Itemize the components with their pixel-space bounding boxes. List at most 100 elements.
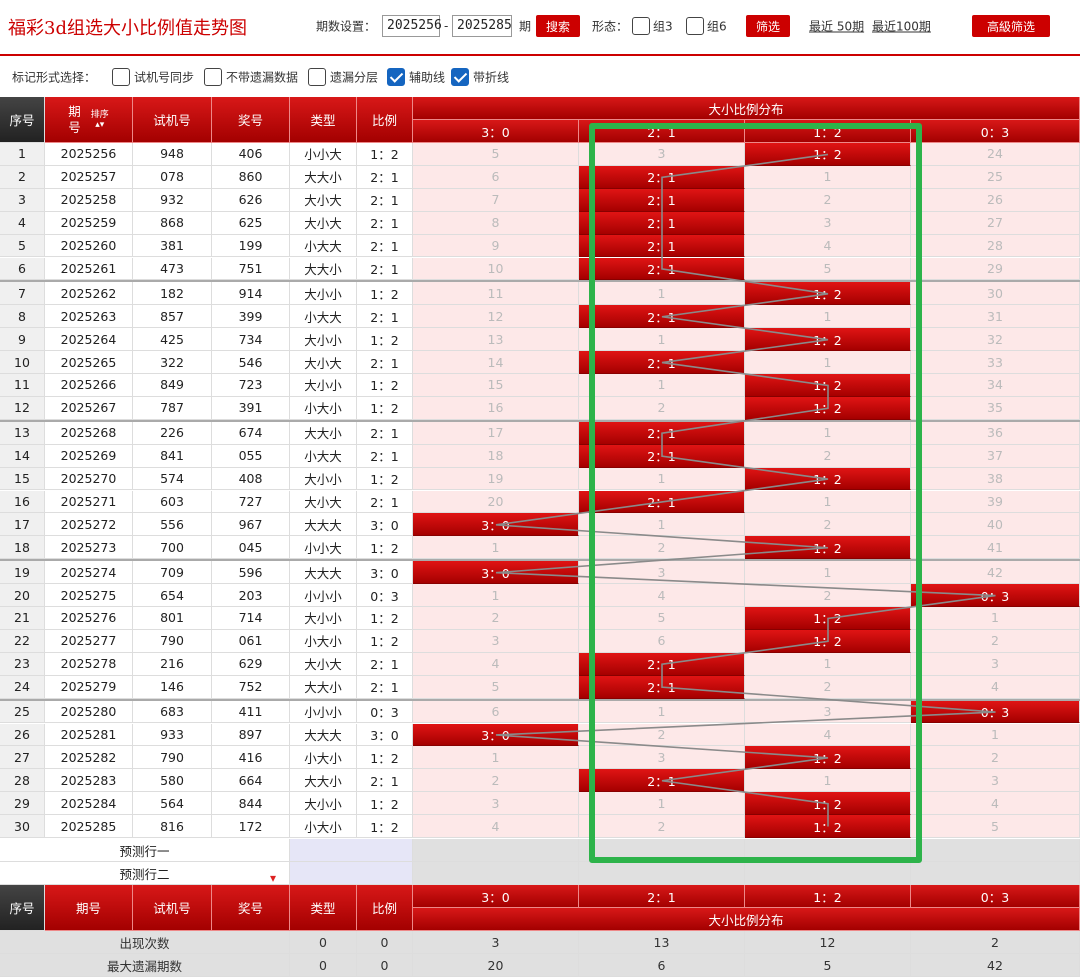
row-issue: 2025265 — [45, 351, 133, 374]
mark-option-checkbox[interactable] — [308, 68, 326, 86]
row-test-number: 381 — [133, 234, 212, 258]
dist-hit-cell: 3：0 — [413, 513, 579, 537]
row-ratio: 2：1 — [357, 305, 413, 329]
dist-miss-cell: 38 — [911, 467, 1080, 491]
footer-distribution: 大小比例分布 — [413, 908, 1080, 931]
stat-ratio: 0 — [357, 931, 413, 954]
dist-miss-cell: 42 — [911, 561, 1080, 585]
row-ratio: 1：2 — [357, 629, 413, 653]
row-issue: 2025285 — [45, 815, 133, 838]
row-test-number: 603 — [133, 490, 212, 514]
mark-option-checkbox[interactable] — [451, 68, 469, 86]
stat-type: 0 — [290, 931, 357, 954]
row-test-number: 932 — [133, 188, 212, 212]
dist-miss-cell: 19 — [413, 467, 579, 491]
dist-miss-cell: 6 — [413, 700, 579, 724]
prediction-cell[interactable] — [911, 839, 1080, 862]
advanced-filter-button[interactable]: 高級筛选 — [972, 15, 1050, 37]
dist-hit-cell: 1：2 — [745, 328, 911, 352]
row-ratio: 2：1 — [357, 188, 413, 212]
group3-checkbox[interactable] — [632, 17, 650, 35]
page-title: 福彩3d组选大小比例值走势图 — [8, 18, 247, 39]
footer-prize-number: 奖号 — [212, 885, 290, 931]
dist-miss-cell: 37 — [911, 444, 1080, 468]
dist-hit-cell: 2：1 — [579, 188, 745, 212]
footer-ratio: 比例 — [357, 885, 413, 931]
stat-label: 最大遗漏期数 — [0, 954, 290, 977]
dist-miss-cell: 4 — [579, 584, 745, 607]
dist-hit-cell: 2：1 — [579, 211, 745, 235]
mark-option-checkbox[interactable] — [112, 68, 130, 86]
expand-arrow-icon[interactable]: ▾ — [270, 871, 276, 885]
row-ratio: 2：1 — [357, 421, 413, 445]
footer-type: 类型 — [290, 885, 357, 931]
dist-hit-cell: 2：1 — [579, 421, 745, 445]
dist-miss-cell: 12 — [413, 305, 579, 329]
row-test-number: 564 — [133, 792, 212, 816]
row-seq: 16 — [0, 490, 45, 514]
prediction-cell[interactable] — [745, 839, 911, 862]
row-ratio: 1：2 — [357, 815, 413, 838]
dist-miss-cell: 35 — [911, 396, 1080, 420]
filter-button[interactable]: 筛选 — [746, 15, 790, 37]
dist-miss-cell: 33 — [911, 351, 1080, 374]
dist-miss-cell: 1 — [413, 746, 579, 770]
prediction-cell[interactable] — [579, 862, 745, 885]
recent-50-link[interactable]: 最近 50期 — [809, 18, 864, 35]
prediction-cell[interactable] — [413, 862, 579, 885]
row-test-number: 580 — [133, 769, 212, 793]
mark-option-label: 试机号同步 — [134, 70, 195, 85]
row-seq: 15 — [0, 467, 45, 491]
prediction-cell[interactable] — [579, 839, 745, 862]
row-issue: 2025262 — [45, 282, 133, 306]
dist-miss-cell: 3 — [745, 211, 911, 235]
row-issue: 2025280 — [45, 700, 133, 724]
row-test-number: 787 — [133, 396, 212, 420]
row-prize-number: 714 — [212, 607, 290, 630]
mark-option-label: 辅助线 — [409, 70, 446, 85]
dist-miss-cell: 15 — [413, 374, 579, 397]
dist-miss-cell: 1 — [911, 607, 1080, 630]
row-seq: 3 — [0, 188, 45, 212]
row-seq: 29 — [0, 792, 45, 816]
dist-miss-cell: 5 — [911, 815, 1080, 838]
row-seq: 30 — [0, 815, 45, 838]
prediction-input[interactable] — [290, 839, 413, 862]
search-button[interactable]: 搜索 — [536, 15, 580, 37]
prediction-cell[interactable] — [413, 839, 579, 862]
prediction-cell[interactable] — [745, 862, 911, 885]
prediction-cell[interactable] — [911, 862, 1080, 885]
dist-hit-cell: 2：1 — [579, 490, 745, 514]
period-end-input[interactable]: 2025285 — [452, 15, 512, 37]
stat-value: 20 — [413, 954, 579, 977]
dist-miss-cell: 1 — [413, 536, 579, 560]
row-type: 大小小 — [290, 282, 357, 306]
dist-miss-cell: 2 — [745, 444, 911, 468]
row-prize-number: 408 — [212, 467, 290, 491]
header-test-number: 试机号 — [133, 97, 212, 143]
stat-value: 3 — [413, 931, 579, 954]
footer-issue: 期号 — [45, 885, 133, 931]
stat-value: 2 — [911, 931, 1080, 954]
dist-miss-cell: 3 — [579, 143, 745, 166]
row-issue: 2025278 — [45, 652, 133, 676]
footer-dist-col: 1：2 — [745, 885, 911, 908]
period-start-input[interactable]: 2025256 — [382, 15, 442, 37]
dist-miss-cell: 2 — [911, 629, 1080, 653]
dist-miss-cell: 30 — [911, 282, 1080, 306]
mark-option-label: 不带遗漏数据 — [226, 70, 299, 85]
group6-checkbox[interactable] — [686, 17, 704, 35]
row-test-number: 556 — [133, 513, 212, 537]
row-ratio: 2：1 — [357, 257, 413, 281]
row-issue: 2025267 — [45, 396, 133, 420]
row-test-number: 182 — [133, 282, 212, 306]
prediction-input[interactable] — [290, 862, 413, 885]
row-issue: 2025272 — [45, 513, 133, 537]
row-test-number: 849 — [133, 374, 212, 397]
mark-option-checkbox[interactable] — [387, 68, 405, 86]
dist-miss-cell: 2 — [579, 536, 745, 560]
recent-100-link[interactable]: 最近100期 — [872, 18, 931, 35]
mark-option-checkbox[interactable] — [204, 68, 222, 86]
row-prize-number: 626 — [212, 188, 290, 212]
sort-toggle[interactable]: 排序 ▴▾ — [91, 110, 109, 130]
